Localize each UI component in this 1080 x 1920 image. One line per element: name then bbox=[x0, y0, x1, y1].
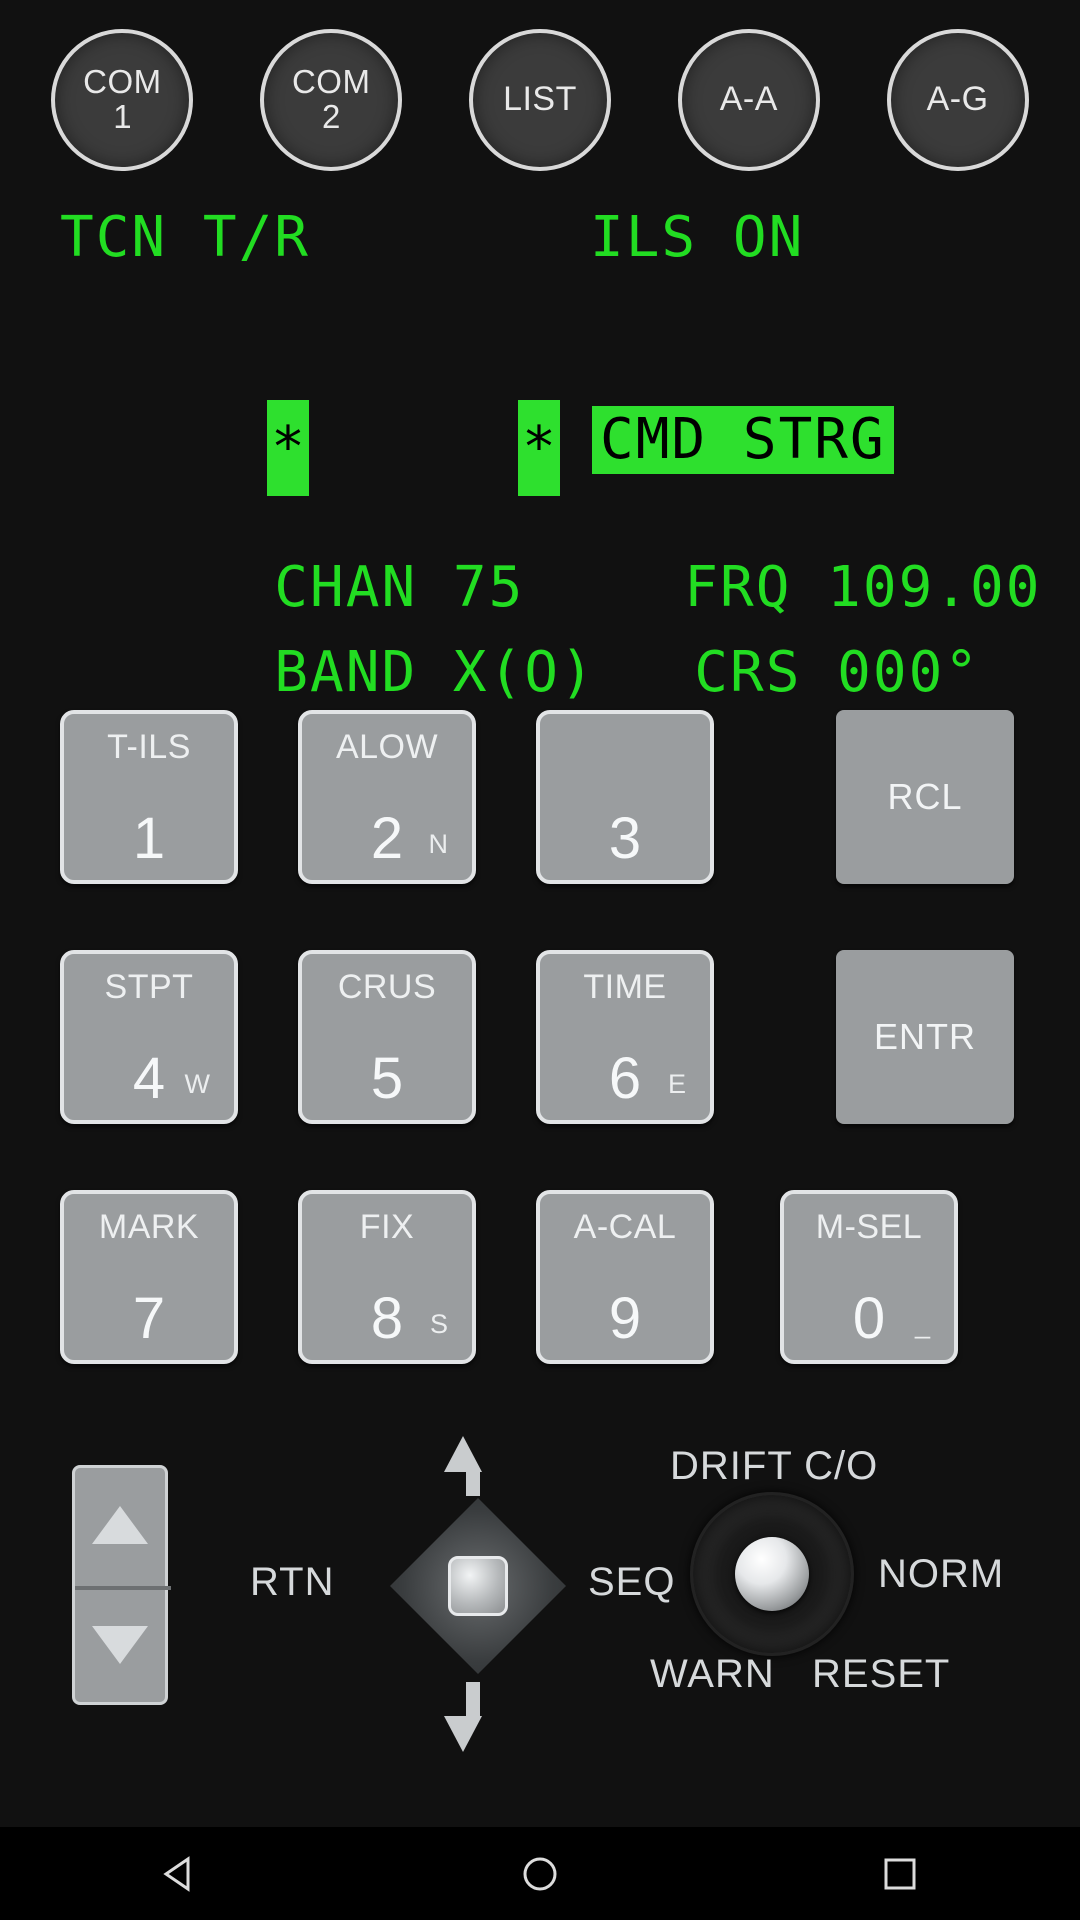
knob-warn-label[interactable]: WARN bbox=[650, 1652, 775, 1697]
key-t-ils-1-top-label: T-ILS bbox=[107, 728, 191, 766]
key-alow-2-top-label: ALOW bbox=[335, 728, 439, 766]
ils-status-text[interactable]: ILS ON bbox=[590, 205, 804, 270]
key-mark-7-top-label: MARK bbox=[98, 1208, 200, 1246]
key-crus-5-top-label: CRUS bbox=[337, 968, 437, 1006]
air-to-ground-button[interactable]: A-G bbox=[886, 29, 1029, 171]
hat-rtn-label[interactable]: RTN bbox=[250, 1560, 334, 1605]
key-m-sel-0-sub: _ bbox=[914, 1309, 930, 1339]
key-a-cal-9-digit: 9 bbox=[608, 1286, 642, 1351]
bottom-controls: RTN SEQ DRIFT C/O NORM WARN RESET bbox=[0, 1420, 1080, 1752]
tacan-mode-text[interactable]: TCN T/R bbox=[60, 205, 310, 270]
home-icon[interactable] bbox=[517, 1851, 563, 1897]
key-mark-7-digit: 7 bbox=[132, 1286, 166, 1351]
com1-button[interactable]: COM 1 bbox=[51, 29, 194, 171]
air-to-air-button[interactable]: A-A bbox=[677, 29, 820, 171]
key-rcl[interactable]: RCL bbox=[836, 710, 1014, 884]
top-button-row: COM 1 COM 2 LIST A-A A-G bbox=[0, 29, 1080, 171]
key-a-cal-9[interactable]: A-CAL 9 bbox=[536, 1190, 714, 1364]
knob-cap-icon bbox=[735, 1537, 809, 1611]
key-crus-5-digit: 5 bbox=[370, 1046, 404, 1111]
rocker-down-icon[interactable] bbox=[92, 1626, 148, 1664]
key-alow-2-sub: N bbox=[428, 829, 449, 859]
key-t-ils-1-digit: 1 bbox=[132, 806, 166, 871]
drift-co-knob-group: DRIFT C/O NORM WARN RESET bbox=[650, 1440, 1060, 1720]
chan-select-asterisk[interactable]: * bbox=[267, 400, 309, 496]
key-stpt-4-top-label: STPT bbox=[104, 968, 194, 1006]
crs-label: CRS bbox=[694, 640, 802, 705]
key-3-digit: 3 bbox=[608, 806, 642, 871]
keypad: T-ILS 1 ALOW 2 N 3 RCL STPT 4 W CRUS 5 T… bbox=[0, 710, 1080, 1410]
list-button[interactable]: LIST bbox=[468, 29, 611, 171]
key-stpt-4[interactable]: STPT 4 W bbox=[60, 950, 238, 1124]
key-m-sel-0[interactable]: M-SEL 0 _ bbox=[780, 1190, 958, 1364]
drift-co-knob[interactable] bbox=[690, 1492, 854, 1656]
four-way-hat-switch[interactable] bbox=[390, 1498, 566, 1674]
key-fix-8-sub: S bbox=[429, 1309, 448, 1339]
hat-up-arrow-stem bbox=[466, 1468, 480, 1496]
key-time-6-sub: E bbox=[667, 1069, 686, 1099]
display-screen: TCN T/R ILS ON * * CMD STRG CHAN 75 FRQ … bbox=[0, 185, 1080, 705]
key-a-cal-9-top-label: A-CAL bbox=[573, 1208, 677, 1246]
com2-button[interactable]: COM 2 bbox=[260, 29, 403, 171]
crs-value: 000° bbox=[837, 640, 981, 705]
drift-co-label: DRIFT C/O bbox=[670, 1444, 879, 1488]
up-down-rocker[interactable] bbox=[72, 1465, 171, 1705]
key-fix-8-top-label: FIX bbox=[359, 1208, 415, 1246]
key-alow-2[interactable]: ALOW 2 N bbox=[298, 710, 476, 884]
com1-label-line2: 1 bbox=[113, 98, 132, 135]
knob-reset-label[interactable]: RESET bbox=[812, 1652, 950, 1697]
com1-label-line1: COM bbox=[83, 63, 162, 101]
list-label: LIST bbox=[503, 80, 577, 119]
key-mark-7[interactable]: MARK 7 bbox=[60, 1190, 238, 1364]
rocker-up-icon[interactable] bbox=[92, 1506, 148, 1544]
back-icon[interactable] bbox=[157, 1851, 203, 1897]
hat-center-button[interactable] bbox=[448, 1556, 508, 1616]
key-fix-8[interactable]: FIX 8 S bbox=[298, 1190, 476, 1364]
key-m-sel-0-top-label: M-SEL bbox=[815, 1208, 923, 1246]
rocker-divider bbox=[75, 1586, 171, 1590]
key-stpt-4-sub: W bbox=[184, 1069, 210, 1099]
ufc-panel: COM 1 COM 2 LIST A-A A-G TCN T/R ILS ON … bbox=[0, 0, 1080, 1827]
android-navbar bbox=[0, 1827, 1080, 1920]
key-time-6[interactable]: TIME 6 E bbox=[536, 950, 714, 1124]
air-to-ground-label: A-G bbox=[926, 80, 989, 119]
frq-select-asterisk[interactable]: * bbox=[518, 400, 560, 496]
com2-label-line1: COM bbox=[291, 63, 371, 101]
key-entr-label: ENTR bbox=[874, 1016, 976, 1057]
key-crus-5[interactable]: CRUS 5 bbox=[298, 950, 476, 1124]
com2-label-line2: 2 bbox=[322, 98, 341, 135]
hat-down-arrow-icon[interactable] bbox=[444, 1716, 482, 1752]
key-time-6-top-label: TIME bbox=[583, 968, 667, 1006]
band-label: BAND bbox=[274, 640, 418, 705]
key-3[interactable]: 3 bbox=[536, 710, 714, 884]
knob-norm-label[interactable]: NORM bbox=[878, 1552, 1004, 1597]
hat-down-arrow-stem bbox=[466, 1682, 480, 1716]
recents-icon[interactable] bbox=[877, 1851, 923, 1897]
cmd-strg-highlight[interactable]: CMD STRG bbox=[592, 406, 894, 474]
key-entr[interactable]: ENTR bbox=[836, 950, 1014, 1124]
air-to-air-label: A-A bbox=[719, 80, 778, 119]
key-t-ils-1[interactable]: T-ILS 1 bbox=[60, 710, 238, 884]
hat-up-arrow-icon[interactable] bbox=[444, 1436, 482, 1472]
key-rcl-label: RCL bbox=[887, 776, 963, 817]
